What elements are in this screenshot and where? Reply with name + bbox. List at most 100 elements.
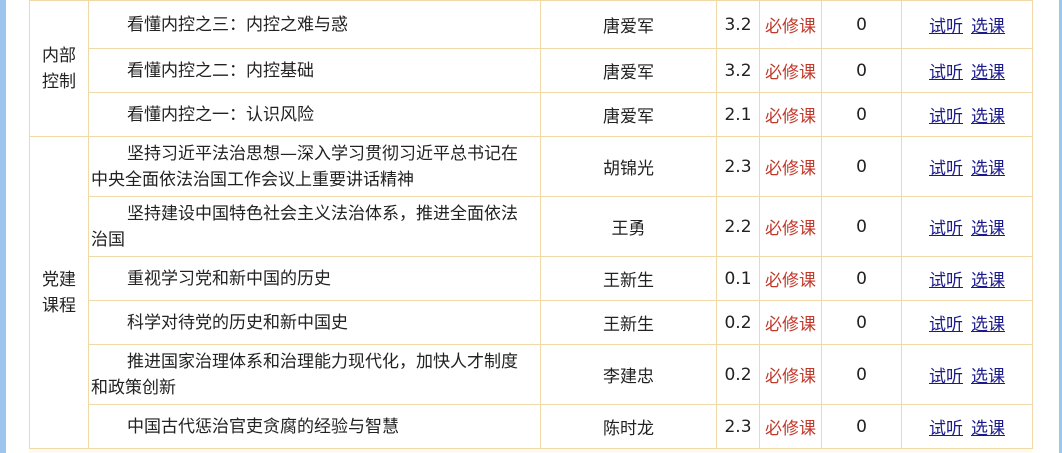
course-teacher-cell: 王勇 xyxy=(540,196,717,257)
course-credit-cell: 2.3 xyxy=(716,136,760,197)
course-title-cell: 看懂内控之三：内控之难与惑 xyxy=(88,0,541,49)
table-row: 科学对待党的历史和新中国史 王新生 0.2 必修课 0 试听 选课 xyxy=(30,300,1033,345)
course-teacher: 王新生 xyxy=(603,271,654,291)
select-course-link[interactable]: 选课 xyxy=(971,17,1005,37)
course-title: 坚持习近平法治思想—深入学习贯彻习近平总书记在中央全面依法治国工作会议上重要讲话… xyxy=(91,143,518,190)
course-credit: 3.2 xyxy=(724,14,752,35)
course-actions-cell: 试听 选课 xyxy=(901,0,1033,49)
course-actions-cell: 试听 选课 xyxy=(901,48,1033,93)
course-type: 必修课 xyxy=(765,367,816,387)
course-type: 必修课 xyxy=(765,219,816,239)
course-title: 坚持建设中国特色社会主义法治体系，推进全面依法治国 xyxy=(91,203,518,250)
course-title-cell: 中国古代惩治官吏贪腐的经验与智慧 xyxy=(88,404,541,449)
course-credit: 3.2 xyxy=(724,60,752,81)
course-credit: 0.2 xyxy=(724,364,752,385)
select-course-link[interactable]: 选课 xyxy=(971,219,1005,239)
course-title: 看懂内控之三：内控之难与惑 xyxy=(127,14,348,35)
course-title-cell: 重视学习党和新中国的历史 xyxy=(88,256,541,301)
course-title: 推进国家治理体系和治理能力现代化，加快人才制度和政策创新 xyxy=(91,351,518,398)
course-type-cell: 必修课 xyxy=(759,256,822,301)
table-row: 坚持建设中国特色社会主义法治体系，推进全面依法治国 王勇 2.2 必修课 0 试听 选课 xyxy=(30,196,1033,257)
course-count-cell: 0 xyxy=(821,256,902,301)
course-teacher-cell: 唐爱军 xyxy=(540,0,717,49)
course-teacher-cell: 唐爱军 xyxy=(540,92,717,137)
preview-link[interactable]: 试听 xyxy=(929,159,963,179)
preview-link[interactable]: 试听 xyxy=(929,63,963,83)
course-credit-cell: 0.1 xyxy=(716,256,760,301)
course-actions-cell: 试听 选课 xyxy=(901,92,1033,137)
course-credit-cell: 3.2 xyxy=(716,0,760,49)
course-type: 必修课 xyxy=(765,419,816,439)
course-credit: 2.3 xyxy=(724,416,752,437)
course-count: 0 xyxy=(856,268,867,289)
course-teacher: 陈时龙 xyxy=(603,419,654,439)
course-teacher: 唐爱军 xyxy=(603,17,654,37)
course-teacher-cell: 陈时龙 xyxy=(540,404,717,449)
course-type-cell: 必修课 xyxy=(759,136,822,197)
table-row: 看懂内控之二：内控基础 唐爱军 3.2 必修课 0 试听 选课 xyxy=(30,48,1033,93)
course-actions-cell: 试听 选课 xyxy=(901,256,1033,301)
course-credit: 2.3 xyxy=(724,156,752,177)
course-credit-cell: 3.2 xyxy=(716,48,760,93)
select-course-link[interactable]: 选课 xyxy=(971,367,1005,387)
course-count: 0 xyxy=(856,104,867,125)
course-credit-cell: 2.1 xyxy=(716,92,760,137)
preview-link[interactable]: 试听 xyxy=(929,107,963,127)
course-title-cell: 推进国家治理体系和治理能力现代化，加快人才制度和政策创新 xyxy=(88,344,541,405)
course-title: 中国古代惩治官吏贪腐的经验与智慧 xyxy=(127,416,399,437)
select-course-link[interactable]: 选课 xyxy=(971,315,1005,335)
select-course-link[interactable]: 选课 xyxy=(971,419,1005,439)
course-actions-cell: 试听 选课 xyxy=(901,136,1033,197)
category-cell: 内部控制 xyxy=(29,0,89,137)
course-count-cell: 0 xyxy=(821,92,902,137)
course-title: 科学对待党的历史和新中国史 xyxy=(127,312,348,333)
course-type-cell: 必修课 xyxy=(759,404,822,449)
course-type: 必修课 xyxy=(765,17,816,37)
course-credit: 2.1 xyxy=(724,104,752,125)
course-teacher: 胡锦光 xyxy=(603,159,654,179)
course-count-cell: 0 xyxy=(821,48,902,93)
course-type-cell: 必修课 xyxy=(759,300,822,345)
course-count: 0 xyxy=(856,364,867,385)
course-type: 必修课 xyxy=(765,315,816,335)
course-count-cell: 0 xyxy=(821,136,902,197)
select-course-link[interactable]: 选课 xyxy=(971,107,1005,127)
select-course-link[interactable]: 选课 xyxy=(971,271,1005,291)
preview-link[interactable]: 试听 xyxy=(929,17,963,37)
course-title-cell: 科学对待党的历史和新中国史 xyxy=(88,300,541,345)
course-teacher: 唐爱军 xyxy=(603,63,654,83)
course-type-cell: 必修课 xyxy=(759,92,822,137)
course-count: 0 xyxy=(856,416,867,437)
course-title-cell: 坚持习近平法治思想—深入学习贯彻习近平总书记在中央全面依法治国工作会议上重要讲话… xyxy=(88,136,541,197)
course-teacher-cell: 唐爱军 xyxy=(540,48,717,93)
course-type-cell: 必修课 xyxy=(759,0,822,49)
course-count-cell: 0 xyxy=(821,0,902,49)
category-label: 内部控制 xyxy=(42,45,76,92)
course-credit-cell: 0.2 xyxy=(716,344,760,405)
course-actions-cell: 试听 选课 xyxy=(901,300,1033,345)
select-course-link[interactable]: 选课 xyxy=(971,159,1005,179)
course-credit-cell: 2.3 xyxy=(716,404,760,449)
preview-link[interactable]: 试听 xyxy=(929,367,963,387)
select-course-link[interactable]: 选课 xyxy=(971,63,1005,83)
course-count: 0 xyxy=(856,156,867,177)
course-count: 0 xyxy=(856,14,867,35)
course-count-cell: 0 xyxy=(821,196,902,257)
course-actions-cell: 试听 选课 xyxy=(901,196,1033,257)
preview-link[interactable]: 试听 xyxy=(929,419,963,439)
course-credit-cell: 0.2 xyxy=(716,300,760,345)
course-credit: 0.2 xyxy=(724,312,752,333)
table-row: 看懂内控之一：认识风险 唐爱军 2.1 必修课 0 试听 选课 xyxy=(30,92,1033,137)
course-type: 必修课 xyxy=(765,107,816,127)
course-title: 重视学习党和新中国的历史 xyxy=(127,268,331,289)
category-label: 党建课程 xyxy=(42,269,76,316)
preview-link[interactable]: 试听 xyxy=(929,315,963,335)
preview-link[interactable]: 试听 xyxy=(929,271,963,291)
course-teacher-cell: 王新生 xyxy=(540,256,717,301)
course-actions-cell: 试听 选课 xyxy=(901,344,1033,405)
table-row: 内部控制 看懂内控之三：内控之难与惑 唐爱军 3.2 必修课 0 试听 选课 xyxy=(29,0,1033,137)
preview-link[interactable]: 试听 xyxy=(929,219,963,239)
table-row: 党建课程 坚持习近平法治思想—深入学习贯彻习近平总书记在中央全面依法治国工作会议上… xyxy=(29,136,1033,449)
course-title-cell: 看懂内控之一：认识风险 xyxy=(88,92,541,137)
course-type: 必修课 xyxy=(765,159,816,179)
